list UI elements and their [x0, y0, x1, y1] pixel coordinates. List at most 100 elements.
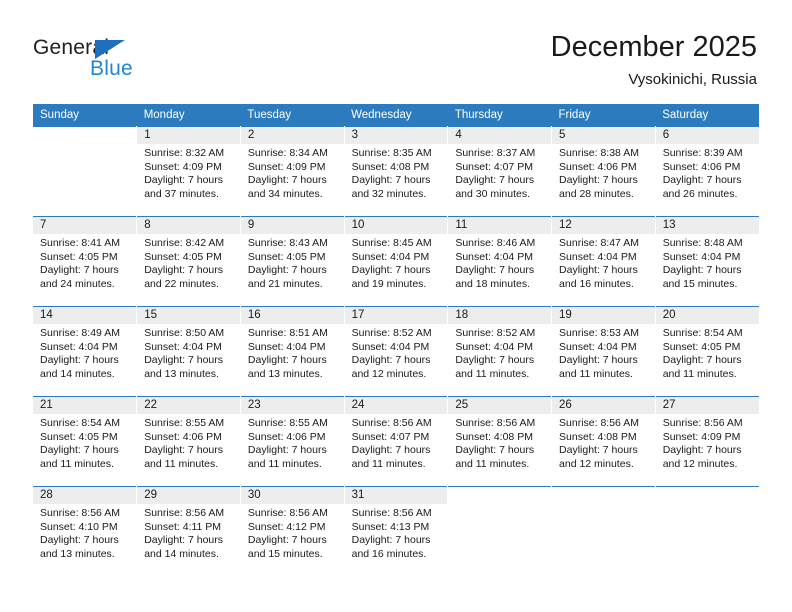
calendar-week-row: 7 Sunrise: 8:41 AM Sunset: 4:05 PM Daylight…	[33, 216, 759, 307]
day-detail-line: Sunrise: 8:35 AM	[351, 147, 432, 159]
day-detail-line: and 12 minutes.	[351, 367, 427, 380]
day-detail-line: Sunrise: 8:41 AM	[40, 237, 120, 249]
day-detail-line: Sunrise: 8:52 AM	[351, 327, 432, 339]
day-cell-28[interactable]: 28 Sunrise: 8:56 AM Sunset: 4:10 PM Dayligh…	[33, 487, 137, 576]
day-detail-line: Sunrise: 8:55 AM	[144, 417, 225, 429]
day-cell-15[interactable]: 15 Sunrise: 8:50 AM Sunset: 4:04 PM Dayligh…	[137, 307, 240, 396]
day-cell-30[interactable]: 30 Sunrise: 8:56 AM Sunset: 4:12 PM Dayligh…	[240, 487, 344, 576]
day-detail-line: Sunrise: 8:54 AM	[662, 327, 743, 339]
calendar-cell: 15 Sunrise: 8:50 AM Sunset: 4:04 PM Dayligh…	[136, 306, 241, 397]
day-cell-empty	[33, 127, 136, 216]
day-detail-line: Daylight: 7 hours	[247, 174, 327, 187]
calendar-cell: 26 Sunrise: 8:56 AM Sunset: 4:08 PM Dayligh…	[551, 396, 656, 487]
day-number: 15	[137, 307, 240, 324]
day-detail-line: Sunset: 4:04 PM	[559, 340, 637, 353]
calendar-cell: 2 Sunrise: 8:34 AM Sunset: 4:09 PM Daylight…	[240, 126, 345, 217]
day-detail-line: Daylight: 7 hours	[40, 354, 119, 367]
day-cell-23[interactable]: 23 Sunrise: 8:55 AM Sunset: 4:06 PM Dayligh…	[240, 397, 344, 486]
day-cell-11[interactable]: 11 Sunrise: 8:46 AM Sunset: 4:04 PM Dayligh…	[448, 217, 552, 306]
day-detail-line: Sunset: 4:08 PM	[351, 160, 430, 173]
day-detail-line: Sunset: 4:06 PM	[247, 430, 326, 443]
day-cell-empty	[552, 487, 655, 576]
day-detail-line: Sunset: 4:05 PM	[144, 250, 222, 263]
day-number: 25	[448, 397, 552, 414]
day-cell-14[interactable]: 14 Sunrise: 8:49 AM Sunset: 4:04 PM Dayligh…	[33, 307, 137, 396]
day-detail-line: Daylight: 7 hours	[247, 444, 327, 457]
day-detail-line: Sunrise: 8:38 AM	[559, 147, 639, 159]
day-details: Sunrise: 8:38 AM Sunset: 4:06 PM Daylight:…	[552, 144, 655, 201]
day-detail-line: Daylight: 7 hours	[144, 354, 223, 367]
day-cell-21[interactable]: 21 Sunrise: 8:54 AM Sunset: 4:05 PM Dayligh…	[33, 397, 137, 486]
calendar-cell: 7 Sunrise: 8:41 AM Sunset: 4:05 PM Daylight…	[33, 216, 138, 307]
day-detail-line: and 12 minutes.	[559, 457, 634, 470]
day-cell-12[interactable]: 12 Sunrise: 8:47 AM Sunset: 4:04 PM Dayligh…	[552, 217, 655, 306]
day-details: Sunrise: 8:56 AM Sunset: 4:08 PM Daylight:…	[552, 414, 655, 471]
calendar-cell: 28 Sunrise: 8:56 AM Sunset: 4:10 PM Dayligh…	[33, 486, 138, 576]
day-details: Sunrise: 8:52 AM Sunset: 4:04 PM Daylight:…	[448, 324, 551, 381]
day-details: Sunrise: 8:43 AM Sunset: 4:05 PM Daylight:…	[241, 234, 344, 291]
day-detail-line: and 11 minutes.	[247, 457, 322, 470]
day-detail-line: Daylight: 7 hours	[351, 174, 431, 187]
day-cell-31[interactable]: 31 Sunrise: 8:56 AM Sunset: 4:13 PM Dayligh…	[344, 487, 448, 576]
day-cell-2[interactable]: 2 Sunrise: 8:34 AM Sunset: 4:09 PM Daylight…	[240, 127, 344, 216]
day-cell-13[interactable]: 13 Sunrise: 8:48 AM Sunset: 4:04 PM Dayligh…	[655, 217, 759, 306]
weekday-header-row: Sunday Monday Tuesday Wednesday Thursday Frid…	[33, 104, 759, 127]
day-number: 29	[137, 487, 240, 504]
day-cell-19[interactable]: 19 Sunrise: 8:53 AM Sunset: 4:04 PM Dayligh…	[552, 307, 655, 396]
day-detail-line: Sunrise: 8:56 AM	[247, 507, 328, 519]
day-details: Sunrise: 8:54 AM Sunset: 4:05 PM Daylight:…	[33, 414, 136, 471]
day-detail-line: Sunset: 4:04 PM	[247, 340, 326, 353]
day-cell-29[interactable]: 29 Sunrise: 8:56 AM Sunset: 4:11 PM Dayligh…	[137, 487, 240, 576]
day-detail-line: Sunrise: 8:39 AM	[662, 147, 743, 159]
day-cell-9[interactable]: 9 Sunrise: 8:43 AM Sunset: 4:05 PM Daylight…	[240, 217, 344, 306]
day-detail-line: Sunrise: 8:55 AM	[247, 417, 328, 429]
weekday-header-sunday: Sunday	[33, 104, 137, 127]
day-number: 4	[448, 127, 552, 144]
day-cell-20[interactable]: 20 Sunrise: 8:54 AM Sunset: 4:05 PM Dayligh…	[655, 307, 759, 396]
calendar-cell: 27 Sunrise: 8:56 AM Sunset: 4:09 PM Dayligh…	[655, 396, 759, 487]
day-detail-line: Sunset: 4:07 PM	[351, 430, 430, 443]
day-details: Sunrise: 8:52 AM Sunset: 4:04 PM Daylight:…	[345, 324, 448, 381]
day-detail-line: Sunset: 4:04 PM	[351, 250, 430, 263]
day-detail-line: Sunset: 4:04 PM	[455, 340, 533, 353]
day-detail-line: and 19 minutes.	[351, 277, 427, 290]
day-cell-3[interactable]: 3 Sunrise: 8:35 AM Sunset: 4:08 PM Daylight…	[344, 127, 448, 216]
day-cell-17[interactable]: 17 Sunrise: 8:52 AM Sunset: 4:04 PM Dayligh…	[344, 307, 448, 396]
calendar-cell: 4 Sunrise: 8:37 AM Sunset: 4:07 PM Daylight…	[447, 126, 553, 217]
day-detail-line: Sunset: 4:04 PM	[40, 340, 118, 353]
day-cell-5[interactable]: 5 Sunrise: 8:38 AM Sunset: 4:06 PM Daylight…	[552, 127, 655, 216]
day-detail-line: Sunrise: 8:56 AM	[351, 507, 432, 519]
calendar-cell: 20 Sunrise: 8:54 AM Sunset: 4:05 PM Dayligh…	[655, 306, 759, 397]
calendar-cell: 18 Sunrise: 8:52 AM Sunset: 4:04 PM Dayligh…	[447, 306, 553, 397]
day-cell-6[interactable]: 6 Sunrise: 8:39 AM Sunset: 4:06 PM Daylight…	[655, 127, 759, 216]
day-cell-10[interactable]: 10 Sunrise: 8:45 AM Sunset: 4:04 PM Dayligh…	[344, 217, 448, 306]
day-cell-18[interactable]: 18 Sunrise: 8:52 AM Sunset: 4:04 PM Dayligh…	[448, 307, 552, 396]
calendar-cell: 29 Sunrise: 8:56 AM Sunset: 4:11 PM Dayligh…	[136, 486, 241, 576]
day-number: 27	[655, 397, 759, 414]
day-detail-line: Daylight: 7 hours	[40, 534, 119, 547]
day-detail-line: and 18 minutes.	[455, 277, 531, 290]
day-detail-line: Daylight: 7 hours	[351, 354, 431, 367]
day-detail-line: Sunset: 4:12 PM	[247, 520, 326, 533]
day-number	[33, 127, 136, 144]
calendar-cell: 16 Sunrise: 8:51 AM Sunset: 4:04 PM Dayligh…	[240, 306, 345, 397]
day-detail-line: Sunset: 4:05 PM	[662, 340, 741, 353]
day-number: 18	[448, 307, 552, 324]
day-cell-22[interactable]: 22 Sunrise: 8:55 AM Sunset: 4:06 PM Dayligh…	[137, 397, 240, 486]
day-details: Sunrise: 8:41 AM Sunset: 4:05 PM Daylight:…	[33, 234, 136, 291]
day-cell-1[interactable]: 1 Sunrise: 8:32 AM Sunset: 4:09 PM Daylight…	[137, 127, 240, 216]
day-cell-8[interactable]: 8 Sunrise: 8:42 AM Sunset: 4:05 PM Daylight…	[137, 217, 240, 306]
day-cell-27[interactable]: 27 Sunrise: 8:56 AM Sunset: 4:09 PM Dayligh…	[655, 397, 759, 486]
day-detail-line: and 11 minutes.	[144, 457, 219, 470]
day-details: Sunrise: 8:46 AM Sunset: 4:04 PM Daylight:…	[448, 234, 551, 291]
day-cell-26[interactable]: 26 Sunrise: 8:56 AM Sunset: 4:08 PM Dayligh…	[552, 397, 655, 486]
day-cell-25[interactable]: 25 Sunrise: 8:56 AM Sunset: 4:08 PM Dayligh…	[448, 397, 552, 486]
day-cell-24[interactable]: 24 Sunrise: 8:56 AM Sunset: 4:07 PM Dayligh…	[344, 397, 448, 486]
day-cell-4[interactable]: 4 Sunrise: 8:37 AM Sunset: 4:07 PM Daylight…	[448, 127, 552, 216]
day-details: Sunrise: 8:56 AM Sunset: 4:10 PM Daylight:…	[33, 504, 136, 561]
day-detail-line: Sunrise: 8:34 AM	[247, 147, 328, 159]
day-detail-line: Daylight: 7 hours	[144, 444, 223, 457]
day-cell-7[interactable]: 7 Sunrise: 8:41 AM Sunset: 4:05 PM Daylight…	[33, 217, 137, 306]
day-cell-16[interactable]: 16 Sunrise: 8:51 AM Sunset: 4:04 PM Dayligh…	[240, 307, 344, 396]
brand-logo[interactable]: General Blue	[33, 36, 263, 92]
